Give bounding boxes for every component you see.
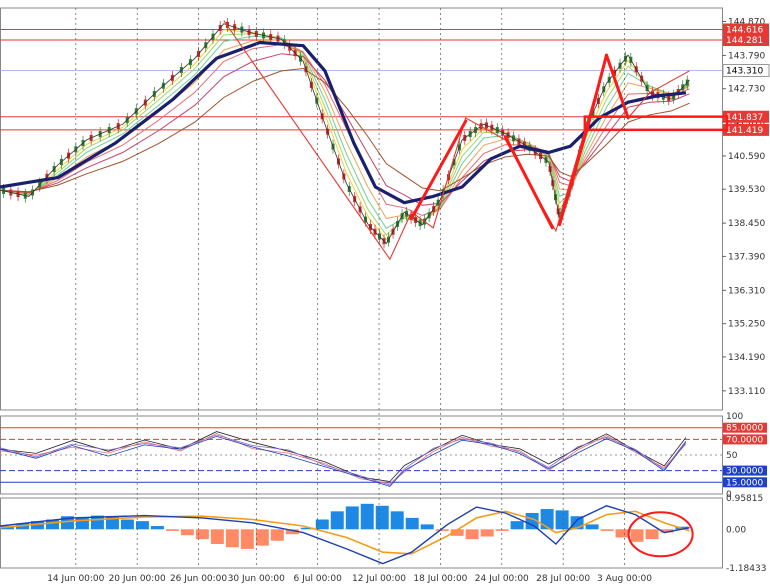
macd-histogram-bar xyxy=(600,529,614,531)
annotation-box xyxy=(583,115,729,132)
macd-histogram-bar xyxy=(465,529,479,540)
price-label: 135.250 xyxy=(728,320,765,330)
time-label: 28 Jul 00:00 xyxy=(536,574,590,584)
rsi-level-label: 15.0000 xyxy=(726,478,763,488)
rsi-line xyxy=(0,435,687,487)
time-label: 6 Jul 00:00 xyxy=(294,574,343,584)
price-label: 142.730 xyxy=(728,85,765,95)
macd-histogram-bar xyxy=(270,529,284,541)
macd-pane: 0.95815 0.00 -1.18433 xyxy=(0,494,766,574)
macd-histogram-bar xyxy=(330,511,344,530)
macd-histogram-bar xyxy=(480,529,494,537)
macd-histogram-bar xyxy=(585,524,599,530)
price-label: 137.390 xyxy=(728,252,765,262)
time-label: 20 Jun 00:00 xyxy=(109,574,166,584)
macd-histogram-bar xyxy=(135,521,149,530)
rsi-axis-label: 100 xyxy=(726,412,743,422)
rsi-level-label: 70.0000 xyxy=(726,435,763,445)
macd-histogram-bar xyxy=(225,529,239,548)
rsi-line xyxy=(0,432,687,484)
macd-histogram-bar xyxy=(360,503,374,530)
macd-axis-label: 0.95815 xyxy=(726,494,763,504)
price-label: 139.530 xyxy=(728,185,765,195)
time-label: 14 Jun 00:00 xyxy=(47,574,104,584)
macd-histogram-bar xyxy=(645,529,659,540)
time-label: 3 Aug 00:00 xyxy=(597,574,652,584)
macd-histogram-bar xyxy=(120,519,134,530)
time-label: 24 Jul 00:00 xyxy=(475,574,529,584)
macd-histogram-bar xyxy=(420,524,434,530)
rsi-level-label: 30.0000 xyxy=(726,467,763,477)
macd-histogram-bar xyxy=(510,521,524,530)
price-marker-label: 144.281 xyxy=(726,36,763,46)
price-label: 140.590 xyxy=(728,152,765,162)
macd-histogram-bar xyxy=(150,526,164,530)
macd-histogram-bar xyxy=(390,511,404,530)
rsi-pane: 10085.000070.00005030.000015.0000085.000… xyxy=(0,412,767,500)
rsi-line xyxy=(0,434,687,486)
price-marker-label: 144.616 xyxy=(726,25,763,35)
price-marker-label: 143.310 xyxy=(726,66,763,76)
time-label: 30 Jun 00:00 xyxy=(228,574,285,584)
macd-histogram-bar xyxy=(240,529,254,549)
forex-chart: 144.870143.790142.730141.670140.590139.5… xyxy=(0,7,770,584)
macd-histogram-bar xyxy=(405,517,419,530)
price-label: 133.110 xyxy=(728,387,765,397)
time-label: 12 Jul 00:00 xyxy=(352,574,406,584)
macd-histogram-bar xyxy=(540,509,554,530)
time-label: 18 Jul 00:00 xyxy=(413,574,467,584)
price-label: 136.310 xyxy=(728,286,765,296)
price-pane: 144.870143.790142.730141.670140.590139.5… xyxy=(0,7,770,411)
price-marker-label: 141.837 xyxy=(726,113,763,123)
price-label: 138.450 xyxy=(728,219,765,229)
macd-histogram-bar xyxy=(165,529,179,531)
price-label: 143.790 xyxy=(728,51,765,61)
macd-histogram-bar xyxy=(345,506,359,530)
macd-histogram-bar xyxy=(435,529,449,531)
macd-line xyxy=(0,505,690,565)
macd-histogram-bar xyxy=(210,529,224,545)
macd-histogram-bar xyxy=(495,529,509,531)
price-marker-label: 141.419 xyxy=(726,126,763,136)
price-label: 134.190 xyxy=(728,353,765,363)
macd-histogram-bar xyxy=(555,510,569,530)
macd-histogram-bar xyxy=(615,529,629,538)
macd-histogram-bar xyxy=(255,529,269,546)
macd-histogram-bar xyxy=(195,529,209,540)
time-label: 26 Jun 00:00 xyxy=(170,574,227,584)
annotation-arrow xyxy=(558,122,590,227)
macd-histogram-bar xyxy=(630,529,644,542)
macd-histogram-bar xyxy=(180,529,194,536)
macd-axis-label: 0.00 xyxy=(726,525,746,535)
rsi-level-label: 85.0000 xyxy=(726,424,763,434)
rsi-axis-label: 50 xyxy=(726,451,738,461)
macd-histogram-bar xyxy=(375,505,389,530)
macd-axis-label: -1.18433 xyxy=(726,564,766,574)
